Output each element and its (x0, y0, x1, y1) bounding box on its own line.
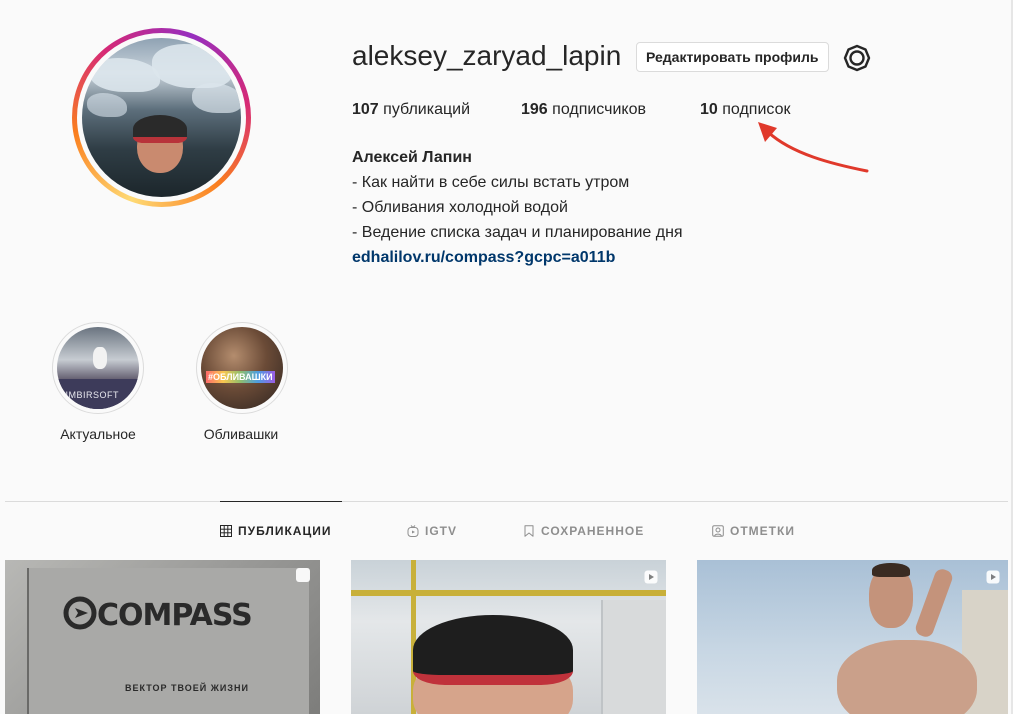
grid-icon (220, 525, 232, 537)
posts-stat: 107 публикаций (352, 101, 470, 119)
bio-line: - Обливания холодной водой (352, 199, 568, 216)
following-label: подписок (722, 101, 791, 118)
highlight-aktualnoe[interactable]: SIMBIRSOFT (52, 322, 144, 414)
post-logo-text: COMPASS (97, 598, 253, 633)
profile-link[interactable]: edhalilov.ru/compass?gcpc=a011b (352, 248, 615, 268)
followers-stat[interactable]: 196 подписчиков (521, 101, 646, 119)
tab-publications[interactable]: ПУБЛИКАЦИИ (220, 524, 331, 538)
tab-saved[interactable]: СОХРАНЕННОЕ (523, 524, 644, 538)
tab-label: IGTV (425, 524, 458, 538)
multiple-photos-icon (296, 568, 310, 582)
gear-icon[interactable] (843, 44, 871, 72)
followers-label: подписчиков (552, 101, 646, 118)
bookmark-icon (524, 525, 534, 537)
avatar-photo (82, 38, 241, 197)
tagged-icon (712, 525, 724, 537)
edit-profile-button[interactable]: Редактировать профиль (636, 42, 829, 72)
posts-label: публикаций (383, 101, 471, 118)
highlight-label: Обливашки (203, 426, 279, 442)
following-stat[interactable]: 10 подписок (700, 101, 790, 119)
highlight-cover: SIMBIRSOFT (57, 327, 139, 409)
post-tagline: ВЕКТОР ТВОЕЙ ЖИЗНИ (125, 683, 249, 693)
bio-line: - Как найти в себе силы встать утром (352, 174, 630, 191)
highlight-cover-text: #ОБЛИВАШКИ (206, 371, 275, 383)
posts-count: 107 (352, 101, 379, 118)
tab-label: СОХРАНЕННОЕ (541, 524, 645, 538)
following-count: 10 (700, 101, 718, 118)
highlight-label: Актуальное (60, 426, 136, 442)
profile-avatar[interactable] (72, 28, 251, 207)
highlight-cover: #ОБЛИВАШКИ (201, 327, 283, 409)
tab-igtv[interactable]: IGTV (407, 524, 457, 538)
post-thumbnail[interactable] (351, 560, 666, 714)
highlight-oblivashki[interactable]: #ОБЛИВАШКИ (196, 322, 288, 414)
tab-label: ОТМЕТКИ (730, 524, 795, 538)
tabs-divider (5, 501, 1008, 502)
post-thumbnail[interactable]: COMPASS ВЕКТОР ТВОЕЙ ЖИЗНИ (5, 560, 320, 714)
post-thumbnail[interactable] (697, 560, 1008, 714)
bio-line: - Ведение списка задач и планирование дн… (352, 224, 683, 241)
reel-icon (644, 570, 658, 584)
highlight-cover-text: SIMBIRSOFT (59, 390, 120, 400)
profile-username: aleksey_zaryad_lapin (352, 40, 622, 71)
tab-tagged[interactable]: ОТМЕТКИ (712, 524, 795, 538)
compass-logo-icon (63, 596, 97, 630)
followers-count: 196 (521, 101, 548, 118)
profile-full-name: Алексей Лапин (352, 149, 472, 166)
tab-label: ПУБЛИКАЦИИ (238, 524, 332, 538)
reel-icon (986, 570, 1000, 584)
annotation-arrow-icon (758, 122, 869, 173)
active-tab-indicator (220, 501, 342, 502)
igtv-icon (407, 525, 419, 537)
